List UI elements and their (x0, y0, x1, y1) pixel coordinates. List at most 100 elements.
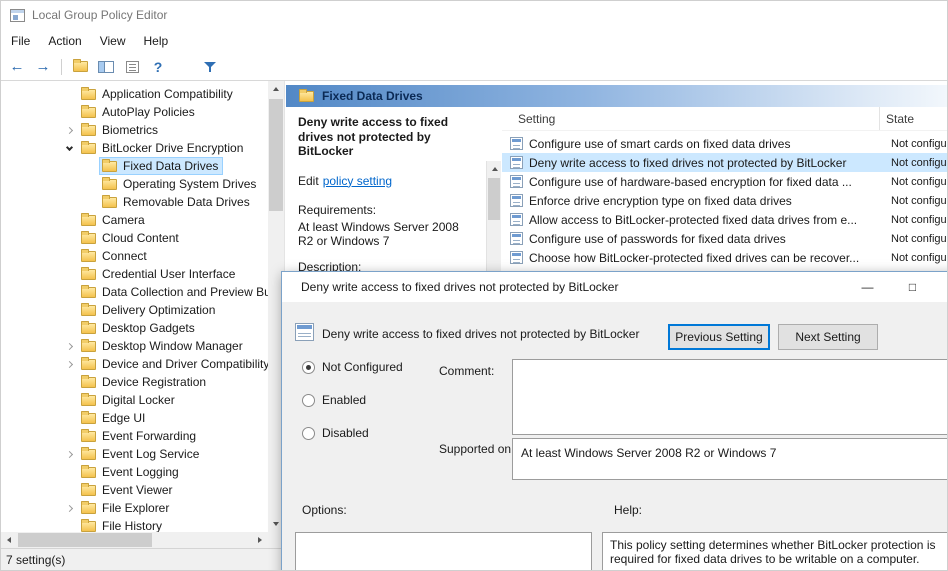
tree-item[interactable]: Event Logging (1, 463, 268, 481)
tree-item-target[interactable]: Removable Data Drives (100, 194, 254, 210)
tree-item[interactable]: Operating System Drives (1, 175, 268, 193)
scrollbar-thumb[interactable] (269, 99, 283, 211)
tree-item[interactable]: Data Collection and Preview Bu (1, 283, 268, 301)
tree-item[interactable]: Biometrics (1, 121, 268, 139)
tree-item-target[interactable]: Fixed Data Drives (98, 157, 224, 175)
setting-name: Enforce drive encryption type on fixed d… (529, 193, 792, 208)
tree-item-target[interactable]: Camera (79, 212, 149, 228)
comment-textarea[interactable] (512, 359, 947, 435)
radio-button-icon[interactable] (302, 393, 315, 407)
tree-item-target[interactable]: Delivery Optimization (79, 302, 219, 318)
tree-item[interactable]: Device Registration (1, 373, 268, 391)
settings-row[interactable]: Choose how BitLocker-protected fixed dri… (502, 248, 947, 267)
tree-item-target[interactable]: Connect (79, 248, 151, 264)
tree-item[interactable]: Connect (1, 247, 268, 265)
tree-item-target[interactable]: Credential User Interface (79, 266, 239, 282)
tree-item-target[interactable]: Biometrics (79, 122, 162, 138)
tree-item-target[interactable]: Data Collection and Preview Bu (79, 284, 268, 300)
tree-item-target[interactable]: Desktop Gadgets (79, 320, 199, 336)
up-folder-icon[interactable] (68, 56, 92, 78)
tree-horizontal-scrollbar[interactable] (1, 532, 268, 548)
tree-item[interactable]: Desktop Window Manager (1, 337, 268, 355)
export-list-icon[interactable] (120, 56, 144, 78)
chevron-right-icon[interactable] (59, 499, 79, 517)
tree-item-target[interactable]: Device and Driver Compatibility (79, 356, 268, 372)
settings-row[interactable]: Allow access to BitLocker-protected fixe… (502, 210, 947, 229)
tree-item-target[interactable]: BitLocker Drive Encryption (79, 140, 247, 156)
forward-icon[interactable]: → (31, 56, 55, 78)
settings-row[interactable]: Configure use of passwords for fixed dat… (502, 229, 947, 248)
tree-item[interactable]: File History (1, 517, 268, 532)
tree-item[interactable]: Removable Data Drives (1, 193, 268, 211)
tree-item-target[interactable]: Digital Locker (79, 392, 179, 408)
minimize-icon[interactable]: — (845, 272, 890, 302)
scroll-up-button[interactable] (487, 161, 502, 177)
scroll-left-button[interactable] (1, 532, 17, 548)
tree-item-target[interactable]: AutoPlay Policies (79, 104, 199, 120)
scrollbar-thumb[interactable] (488, 178, 500, 220)
settings-row[interactable]: Deny write access to fixed drives not pr… (502, 153, 947, 172)
tree-item-target[interactable]: Desktop Window Manager (79, 338, 247, 354)
chevron-right-icon[interactable] (59, 445, 79, 463)
tree-item-target[interactable]: Event Viewer (79, 482, 176, 498)
chevron-right-icon[interactable] (59, 121, 79, 139)
tree-item-target[interactable]: Device Registration (79, 374, 210, 390)
scrollbar-thumb[interactable] (18, 533, 152, 547)
tree-item[interactable]: File Explorer (1, 499, 268, 517)
help-icon[interactable]: ? (146, 56, 170, 78)
scroll-right-button[interactable] (252, 532, 268, 548)
filter-icon[interactable] (198, 56, 222, 78)
tree-item-target[interactable]: Event Log Service (79, 446, 203, 462)
menu-file[interactable]: File (2, 31, 39, 51)
menu-view[interactable]: View (91, 31, 135, 51)
chevron-down-icon[interactable] (59, 139, 79, 157)
supported-on-label: Supported on: (439, 442, 515, 456)
tree-item-target[interactable]: Operating System Drives (100, 176, 260, 192)
next-setting-button[interactable]: Next Setting (778, 324, 878, 350)
console-tree-icon[interactable] (94, 56, 118, 78)
radio-button-icon[interactable] (302, 360, 315, 374)
column-header-setting[interactable]: Setting (502, 107, 879, 130)
settings-row[interactable]: Configure use of hardware-based encrypti… (502, 172, 947, 191)
tree-item-target[interactable]: Edge UI (79, 410, 149, 426)
column-header-state[interactable]: State (879, 107, 947, 130)
tree-item[interactable]: Credential User Interface (1, 265, 268, 283)
radio-button-icon[interactable] (302, 426, 315, 440)
tree-item[interactable]: AutoPlay Policies (1, 103, 268, 121)
tree-item[interactable]: Digital Locker (1, 391, 268, 409)
tree-item-target[interactable]: Application Compatibility (79, 86, 237, 102)
radio-disabled[interactable]: Disabled (302, 426, 369, 440)
tree-item[interactable]: Fixed Data Drives (1, 157, 268, 175)
close-icon[interactable]: ✕ (935, 272, 947, 302)
tree-item-target[interactable]: File History (79, 518, 166, 532)
tree-item-target[interactable]: Event Logging (79, 464, 183, 480)
tree-item[interactable]: Event Viewer (1, 481, 268, 499)
tree-item[interactable]: Cloud Content (1, 229, 268, 247)
tree-item[interactable]: Event Forwarding (1, 427, 268, 445)
policy-setting-link[interactable]: policy setting (323, 174, 392, 188)
radio-enabled[interactable]: Enabled (302, 393, 366, 407)
tree-item[interactable]: Event Log Service (1, 445, 268, 463)
maximize-icon[interactable]: □ (890, 272, 935, 302)
previous-setting-button[interactable]: Previous Setting (668, 324, 770, 350)
settings-row[interactable]: Enforce drive encryption type on fixed d… (502, 191, 947, 210)
menu-action[interactable]: Action (39, 31, 90, 51)
tree-item-target[interactable]: File Explorer (79, 500, 173, 516)
tree-item[interactable]: Delivery Optimization (1, 301, 268, 319)
tree-item[interactable]: Desktop Gadgets (1, 319, 268, 337)
chevron-right-icon[interactable] (59, 355, 79, 373)
tree-item[interactable]: Edge UI (1, 409, 268, 427)
chevron-right-icon[interactable] (59, 337, 79, 355)
back-icon[interactable]: ← (5, 56, 29, 78)
tree-item[interactable]: Application Compatibility (1, 85, 268, 103)
tree-item[interactable]: BitLocker Drive Encryption (1, 139, 268, 157)
radio-not-configured[interactable]: Not Configured (302, 360, 403, 374)
action-pane-icon[interactable] (172, 56, 302, 93)
settings-row[interactable]: Configure use of smart cards on fixed da… (502, 134, 947, 153)
tree-item-target[interactable]: Event Forwarding (79, 428, 200, 444)
scroll-up-button[interactable] (268, 81, 284, 97)
menu-help[interactable]: Help (135, 31, 178, 51)
tree-item[interactable]: Device and Driver Compatibility (1, 355, 268, 373)
tree-item[interactable]: Camera (1, 211, 268, 229)
tree-item-target[interactable]: Cloud Content (79, 230, 183, 246)
